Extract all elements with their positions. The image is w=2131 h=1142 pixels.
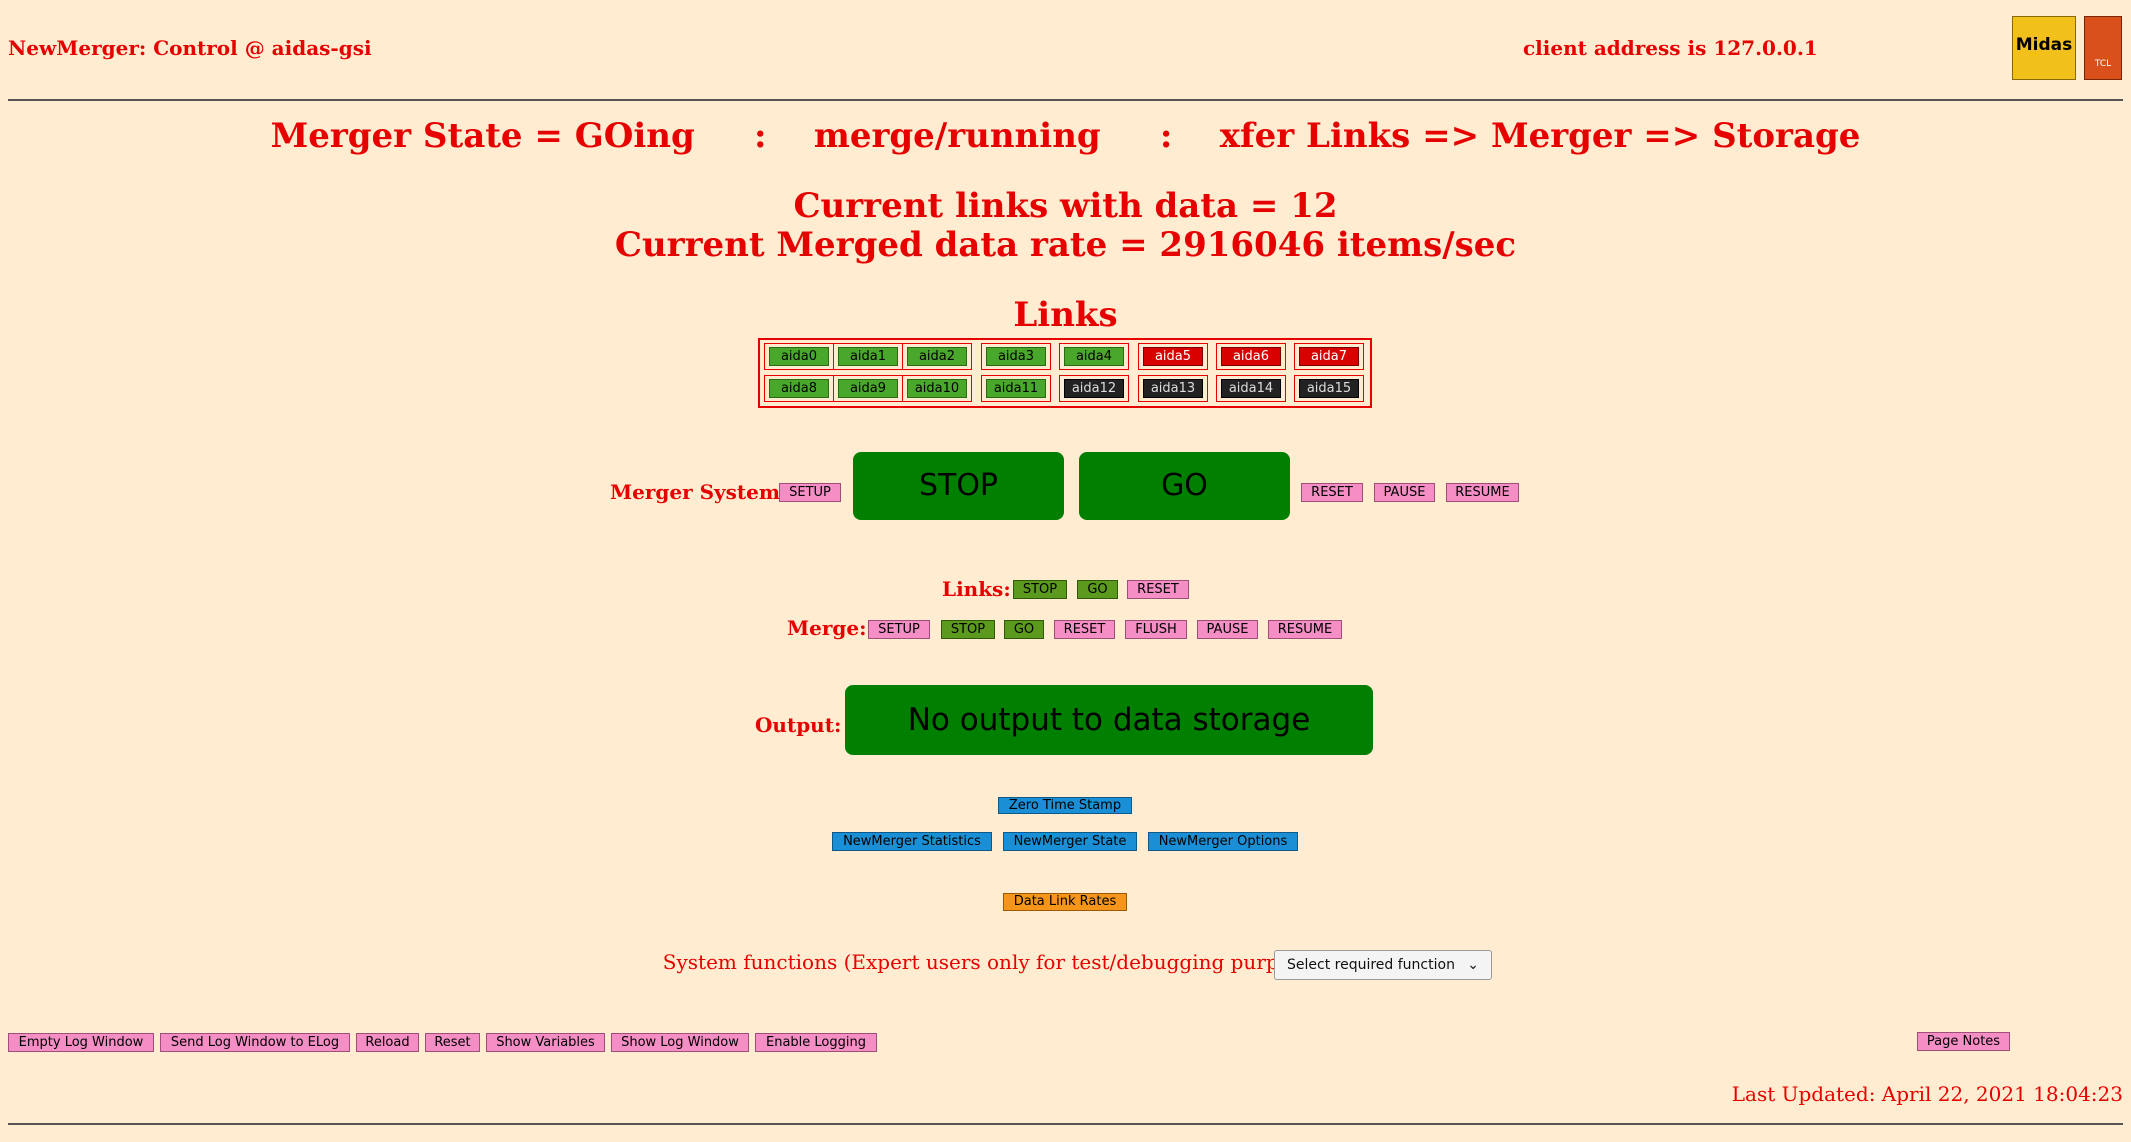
link-cell: aida1 [833,343,903,370]
merger-setup-button[interactable]: SETUP [779,483,841,502]
midas-logo: Midas [2012,16,2076,80]
link-aida7-button[interactable]: aida7 [1299,347,1359,366]
newmerger-state-button[interactable]: NewMerger State [1003,832,1137,851]
output-status-button[interactable]: No output to data storage [845,685,1373,755]
link-cell: aida13 [1138,375,1208,402]
output-label: Output: [755,713,842,737]
system-function-select[interactable]: Select required function ⌄ [1274,950,1492,980]
links-controls-label: Links: [942,577,1011,601]
link-cell: aida15 [1294,375,1364,402]
link-aida3-button[interactable]: aida3 [986,347,1046,366]
chevron-down-icon: ⌄ [1467,957,1479,973]
merged-data-rate: Current Merged data rate = 2916046 items… [614,225,1517,265]
link-aida8-button[interactable]: aida8 [769,379,829,398]
send-log-to-elog-button[interactable]: Send Log Window to ELog [160,1033,350,1052]
merge-flush-button[interactable]: FLUSH [1125,620,1187,639]
merge-controls-label: Merge: [787,616,867,640]
link-cell: aida3 [981,343,1051,370]
zero-time-stamp-button[interactable]: Zero Time Stamp [998,797,1132,814]
link-aida0-button[interactable]: aida0 [769,347,829,366]
system-functions-note: System functions (Expert users only for … [662,950,1355,974]
link-cell: aida7 [1294,343,1364,370]
merge-stop-button[interactable]: STOP [941,620,995,639]
link-aida2-button[interactable]: aida2 [907,347,967,366]
merger-resume-button[interactable]: RESUME [1446,483,1519,502]
links-table: aida0 aida1 aida2 aida3 aida4 aida5 aida6 aida7… [758,338,1372,408]
show-log-window-button[interactable]: Show Log Window [611,1033,749,1052]
link-aida1-button[interactable]: aida1 [838,347,898,366]
links-go-button[interactable]: GO [1077,580,1118,599]
page-title: NewMerger: Control @ aidas-gsi [8,36,372,60]
links-title: Links [1013,295,1118,335]
link-cell: aida11 [981,375,1051,402]
links-stop-button[interactable]: STOP [1013,580,1067,599]
merge-resume-button[interactable]: RESUME [1268,620,1342,639]
merger-stop-button[interactable]: STOP [853,452,1064,520]
show-variables-button[interactable]: Show Variables [486,1033,605,1052]
system-function-selected: Select required function [1287,957,1455,973]
tcl-logo: TCL [2084,16,2122,80]
link-cell: aida2 [902,343,972,370]
merge-go-button[interactable]: GO [1004,620,1044,639]
newmerger-options-button[interactable]: NewMerger Options [1148,832,1298,851]
link-aida11-button[interactable]: aida11 [986,379,1046,398]
bottom-divider [8,1123,2123,1125]
link-aida10-button[interactable]: aida10 [907,379,967,398]
client-address: client address is 127.0.0.1 [1523,36,1818,60]
merger-go-button[interactable]: GO [1079,452,1290,520]
link-aida15-button[interactable]: aida15 [1299,379,1359,398]
last-updated: Last Updated: April 22, 2021 18:04:23 [1731,1082,2123,1106]
link-aida14-button[interactable]: aida14 [1221,379,1281,398]
link-cell: aida12 [1059,375,1129,402]
empty-log-window-button[interactable]: Empty Log Window [8,1033,154,1052]
link-cell: aida6 [1216,343,1286,370]
merger-system-label: Merger System: [610,480,788,504]
merger-pause-button[interactable]: PAUSE [1374,483,1435,502]
data-link-rates-button[interactable]: Data Link Rates [1003,893,1127,911]
newmerger-statistics-button[interactable]: NewMerger Statistics [832,832,992,851]
links-reset-button[interactable]: RESET [1127,580,1189,599]
link-cell: aida5 [1138,343,1208,370]
reload-button[interactable]: Reload [356,1033,419,1052]
link-aida9-button[interactable]: aida9 [838,379,898,398]
reset-button[interactable]: Reset [425,1033,480,1052]
link-cell: aida9 [833,375,903,402]
link-cell: aida8 [764,375,834,402]
page-notes-button[interactable]: Page Notes [1917,1032,2010,1051]
link-cell: aida10 [902,375,972,402]
link-cell: aida14 [1216,375,1286,402]
link-cell: aida0 [764,343,834,370]
link-cell: aida4 [1059,343,1129,370]
merger-state-line: Merger State = GOing : merge/running : x… [270,116,1861,156]
top-divider [8,99,2123,101]
merge-reset-button[interactable]: RESET [1054,620,1115,639]
merge-pause-button[interactable]: PAUSE [1197,620,1258,639]
link-aida13-button[interactable]: aida13 [1143,379,1203,398]
merger-reset-button[interactable]: RESET [1301,483,1363,502]
link-aida4-button[interactable]: aida4 [1064,347,1124,366]
merge-setup-button[interactable]: SETUP [868,620,930,639]
enable-logging-button[interactable]: Enable Logging [755,1033,877,1052]
link-aida12-button[interactable]: aida12 [1064,379,1124,398]
link-aida5-button[interactable]: aida5 [1143,347,1203,366]
link-aida6-button[interactable]: aida6 [1221,347,1281,366]
links-with-data: Current links with data = 12 [793,186,1338,226]
